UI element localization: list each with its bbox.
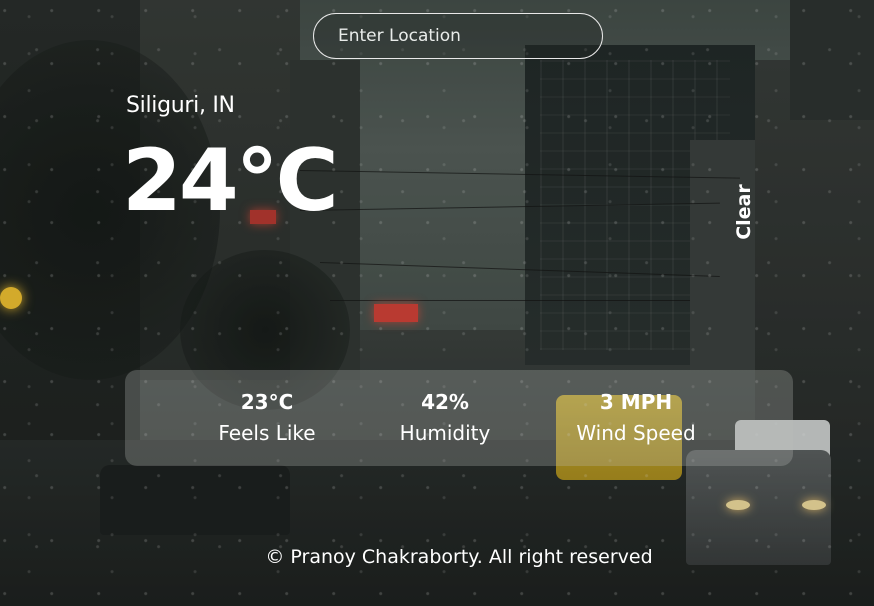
weather-details-card: 23°C Feels Like 42% Humidity 3 MPH Wind …: [125, 370, 793, 466]
weather-condition: Clear: [733, 184, 755, 240]
copyright-footer: © Pranoy Chakraborty. All right reserved: [265, 546, 653, 568]
rainy-city-street-background: [0, 0, 874, 606]
feels-like-value: 23°C: [240, 390, 294, 414]
location-search-input[interactable]: [313, 13, 603, 59]
current-temperature: 24°C: [122, 131, 339, 231]
feels-like-label: Feels Like: [218, 421, 316, 445]
humidity-label: Humidity: [399, 421, 491, 445]
wind-speed-stat: 3 MPH Wind Speed: [559, 388, 713, 450]
feels-like-stat: 23°C Feels Like: [197, 388, 337, 450]
location-name: Siliguri, IN: [126, 93, 235, 118]
humidity-value: 42%: [421, 390, 469, 414]
wind-speed-label: Wind Speed: [576, 421, 696, 445]
weather-app: Siliguri, IN 24°C Clear 23°C Feels Like …: [0, 0, 874, 606]
humidity-stat: 42% Humidity: [375, 388, 515, 450]
wind-speed-value: 3 MPH: [599, 390, 673, 414]
dim-overlay: [0, 0, 874, 606]
